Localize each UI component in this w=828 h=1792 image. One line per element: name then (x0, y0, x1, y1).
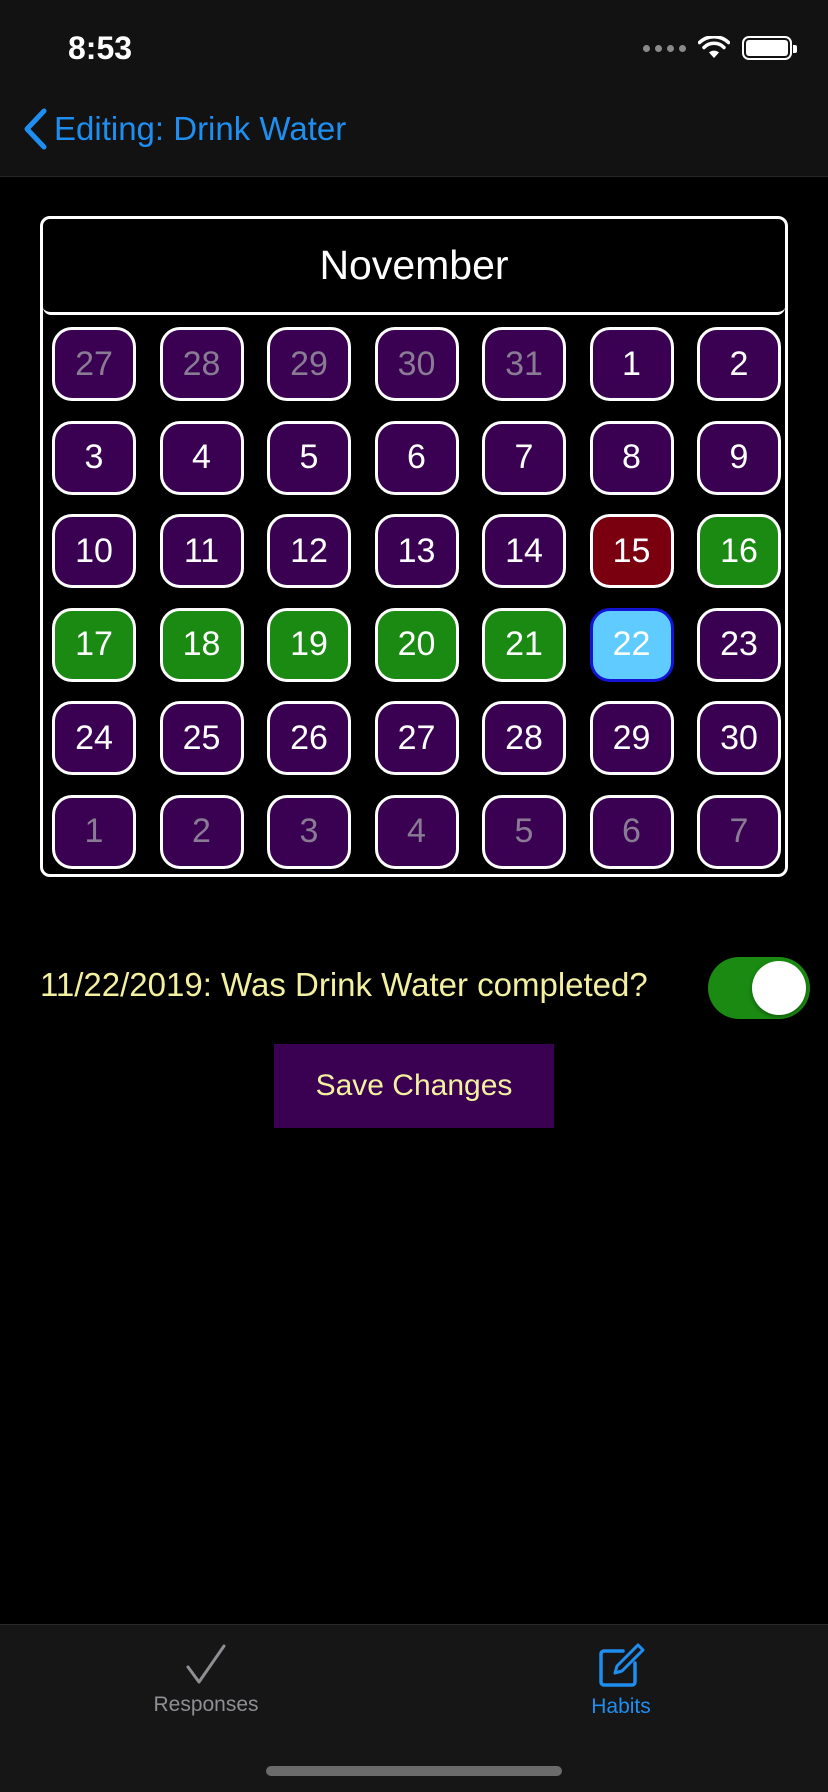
calendar-day[interactable]: 28 (482, 701, 566, 776)
calendar-day[interactable]: 10 (52, 514, 136, 589)
calendar-day[interactable]: 9 (697, 420, 781, 495)
calendar-day[interactable]: 13 (374, 514, 459, 589)
calendar-day[interactable]: 31 (482, 327, 566, 401)
calendar-day[interactable]: 16 (697, 514, 781, 589)
battery-icon (742, 36, 797, 60)
calendar-day[interactable]: 3 (267, 794, 351, 869)
back-button[interactable]: Editing: Drink Water (22, 108, 346, 150)
status-icons (643, 36, 797, 60)
tab-responses[interactable]: Responses (126, 1643, 286, 1717)
toggle-knob (752, 961, 806, 1015)
calendar-day[interactable]: 29 (589, 701, 674, 776)
completed-toggle[interactable] (708, 957, 810, 1019)
calendar-day[interactable]: 30 (374, 327, 459, 401)
calendar-day[interactable]: 4 (159, 420, 244, 495)
calendar-day[interactable]: 14 (482, 514, 566, 589)
calendar-day[interactable]: 20 (374, 607, 459, 682)
day-grid: 27 28 29 30 31 1 2 3 4 5 6 7 8 9 10 11 12 13 14 15 16 17 18 19 2… (52, 327, 781, 869)
calendar-day[interactable]: 3 (52, 420, 136, 495)
wifi-icon (698, 36, 730, 58)
home-indicator (266, 1766, 562, 1776)
calendar-day[interactable]: 1 (589, 327, 674, 401)
calendar: November 27 28 29 30 31 1 2 3 4 5 6 7 8 9 10 11 12 13 14 15… (40, 216, 788, 877)
calendar-day[interactable]: 29 (267, 327, 351, 401)
calendar-day[interactable]: 5 (482, 794, 566, 869)
calendar-day[interactable]: 21 (482, 607, 566, 682)
calendar-day[interactable]: 11 (159, 514, 244, 589)
calendar-day[interactable]: 8 (589, 420, 674, 495)
calendar-day[interactable]: 27 (52, 327, 136, 401)
checkmark-icon (186, 1644, 226, 1684)
calendar-day[interactable]: 12 (267, 514, 351, 589)
calendar-day[interactable]: 17 (52, 607, 136, 682)
month-header: November (43, 219, 785, 315)
calendar-day[interactable]: 4 (374, 794, 459, 869)
status-time: 8:53 (68, 30, 133, 66)
calendar-day[interactable]: 7 (482, 420, 566, 495)
calendar-day[interactable]: 15 (589, 514, 674, 589)
calendar-day[interactable]: 7 (697, 794, 781, 869)
calendar-day[interactable]: 6 (374, 420, 459, 495)
calendar-day[interactable]: 23 (697, 607, 781, 682)
screen: 8:53 Editing: Drink Water November 27 28 2… (0, 0, 828, 1792)
calendar-day[interactable]: 22 (589, 607, 674, 682)
calendar-day[interactable]: 1 (52, 794, 136, 869)
edit-icon (599, 1643, 645, 1687)
top-bar: 8:53 Editing: Drink Water (0, 0, 828, 177)
calendar-day[interactable]: 18 (159, 607, 244, 682)
calendar-day[interactable]: 24 (52, 701, 136, 776)
save-changes-button[interactable]: Save Changes (274, 1044, 554, 1128)
calendar-day[interactable]: 28 (159, 327, 244, 401)
calendar-day[interactable]: 30 (697, 701, 781, 776)
calendar-day[interactable]: 27 (374, 701, 459, 776)
calendar-day[interactable]: 2 (159, 794, 244, 869)
completion-question: 11/22/2019: Was Drink Water completed? (40, 966, 648, 1003)
calendar-day[interactable]: 19 (267, 607, 351, 682)
tab-habits[interactable]: Habits (541, 1643, 701, 1719)
nav-title: Editing: Drink Water (54, 110, 347, 147)
chevron-left-icon (24, 108, 47, 150)
calendar-day[interactable]: 2 (697, 327, 781, 401)
tab-habits-label: Habits (591, 1695, 651, 1718)
calendar-day[interactable]: 5 (267, 420, 351, 495)
tab-responses-label: Responses (153, 1693, 259, 1716)
calendar-day[interactable]: 25 (159, 701, 244, 776)
calendar-day[interactable]: 26 (267, 701, 351, 776)
calendar-day[interactable]: 6 (589, 794, 674, 869)
signal-icon (643, 44, 686, 52)
